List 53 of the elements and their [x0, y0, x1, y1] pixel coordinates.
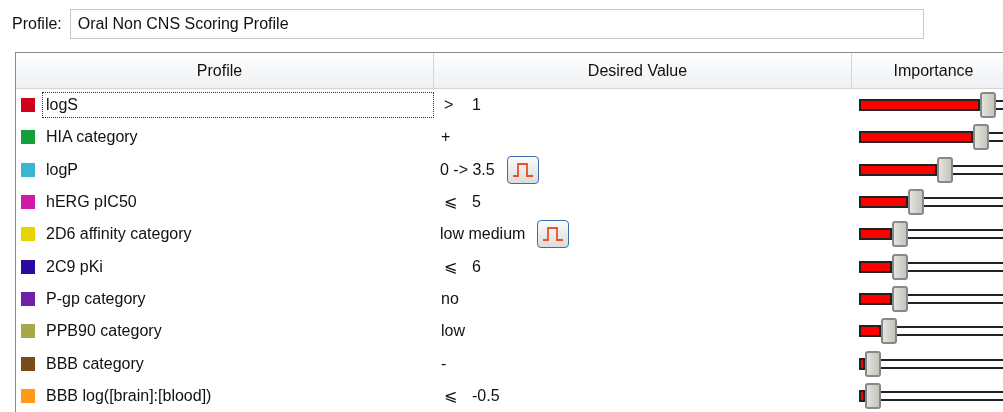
- column-header[interactable]: Desired Value: [434, 53, 852, 88]
- slider-thumb[interactable]: [907, 189, 924, 216]
- desired-value: -: [440, 353, 448, 374]
- desired-value: low: [440, 321, 466, 342]
- property-name[interactable]: P-gp category: [42, 285, 434, 312]
- property-name[interactable]: logS: [42, 92, 434, 119]
- slider-thumb[interactable]: [972, 124, 989, 151]
- property-name[interactable]: BBB category: [42, 350, 434, 377]
- desired-value: 6: [472, 256, 481, 277]
- importance-slider[interactable]: [859, 220, 1003, 249]
- desired-value: 1: [472, 95, 481, 116]
- step-function-icon: [511, 160, 534, 179]
- slider-thumb[interactable]: [892, 285, 909, 312]
- column-header[interactable]: Importance: [852, 53, 1003, 88]
- profile-field[interactable]: Oral Non CNS Scoring Profile: [69, 9, 924, 39]
- importance-slider[interactable]: [859, 91, 1003, 120]
- step-function-icon: [542, 225, 565, 244]
- importance-slider[interactable]: [859, 155, 1003, 184]
- importance-slider[interactable]: [859, 252, 1003, 281]
- slider-thumb[interactable]: [864, 382, 881, 409]
- property-name[interactable]: PPB90 category: [42, 318, 434, 345]
- property-name[interactable]: hERG pIC50: [42, 189, 434, 216]
- importance-slider[interactable]: [859, 349, 1003, 378]
- slider-thumb[interactable]: [892, 221, 909, 248]
- desired-value: +: [440, 127, 452, 148]
- operator-symbol: ⩽: [444, 192, 458, 213]
- property-name[interactable]: BBB log([brain]:[blood]): [42, 382, 434, 409]
- property-name[interactable]: 2D6 affinity category: [42, 221, 434, 248]
- property-name[interactable]: logP: [42, 156, 434, 183]
- desired-value: 5: [472, 192, 481, 213]
- desired-value: -0.5: [472, 385, 500, 406]
- property-name[interactable]: HIA category: [42, 124, 434, 151]
- slider-thumb[interactable]: [892, 253, 909, 280]
- property-name[interactable]: 2C9 pKi: [42, 253, 434, 280]
- profile-label: Profile:: [12, 14, 62, 34]
- desired-value: 0 -> 3.5: [440, 159, 495, 180]
- column-header[interactable]: Profile: [16, 53, 434, 88]
- desired-value: low medium: [440, 224, 526, 245]
- importance-slider[interactable]: [859, 284, 1003, 313]
- operator-symbol: ⩽: [444, 385, 458, 406]
- slider-thumb[interactable]: [936, 156, 953, 183]
- slider-thumb[interactable]: [880, 318, 897, 345]
- slider-thumb[interactable]: [979, 92, 996, 119]
- importance-slider[interactable]: [859, 317, 1003, 346]
- importance-slider[interactable]: [859, 123, 1003, 152]
- slider-thumb[interactable]: [864, 350, 881, 377]
- importance-slider[interactable]: [859, 188, 1003, 217]
- function-button[interactable]: [537, 220, 570, 249]
- importance-slider[interactable]: [859, 381, 1003, 410]
- function-button[interactable]: [506, 155, 539, 184]
- desired-value: no: [440, 288, 460, 309]
- operator-symbol: >: [444, 95, 455, 116]
- operator-symbol: ⩽: [444, 256, 458, 277]
